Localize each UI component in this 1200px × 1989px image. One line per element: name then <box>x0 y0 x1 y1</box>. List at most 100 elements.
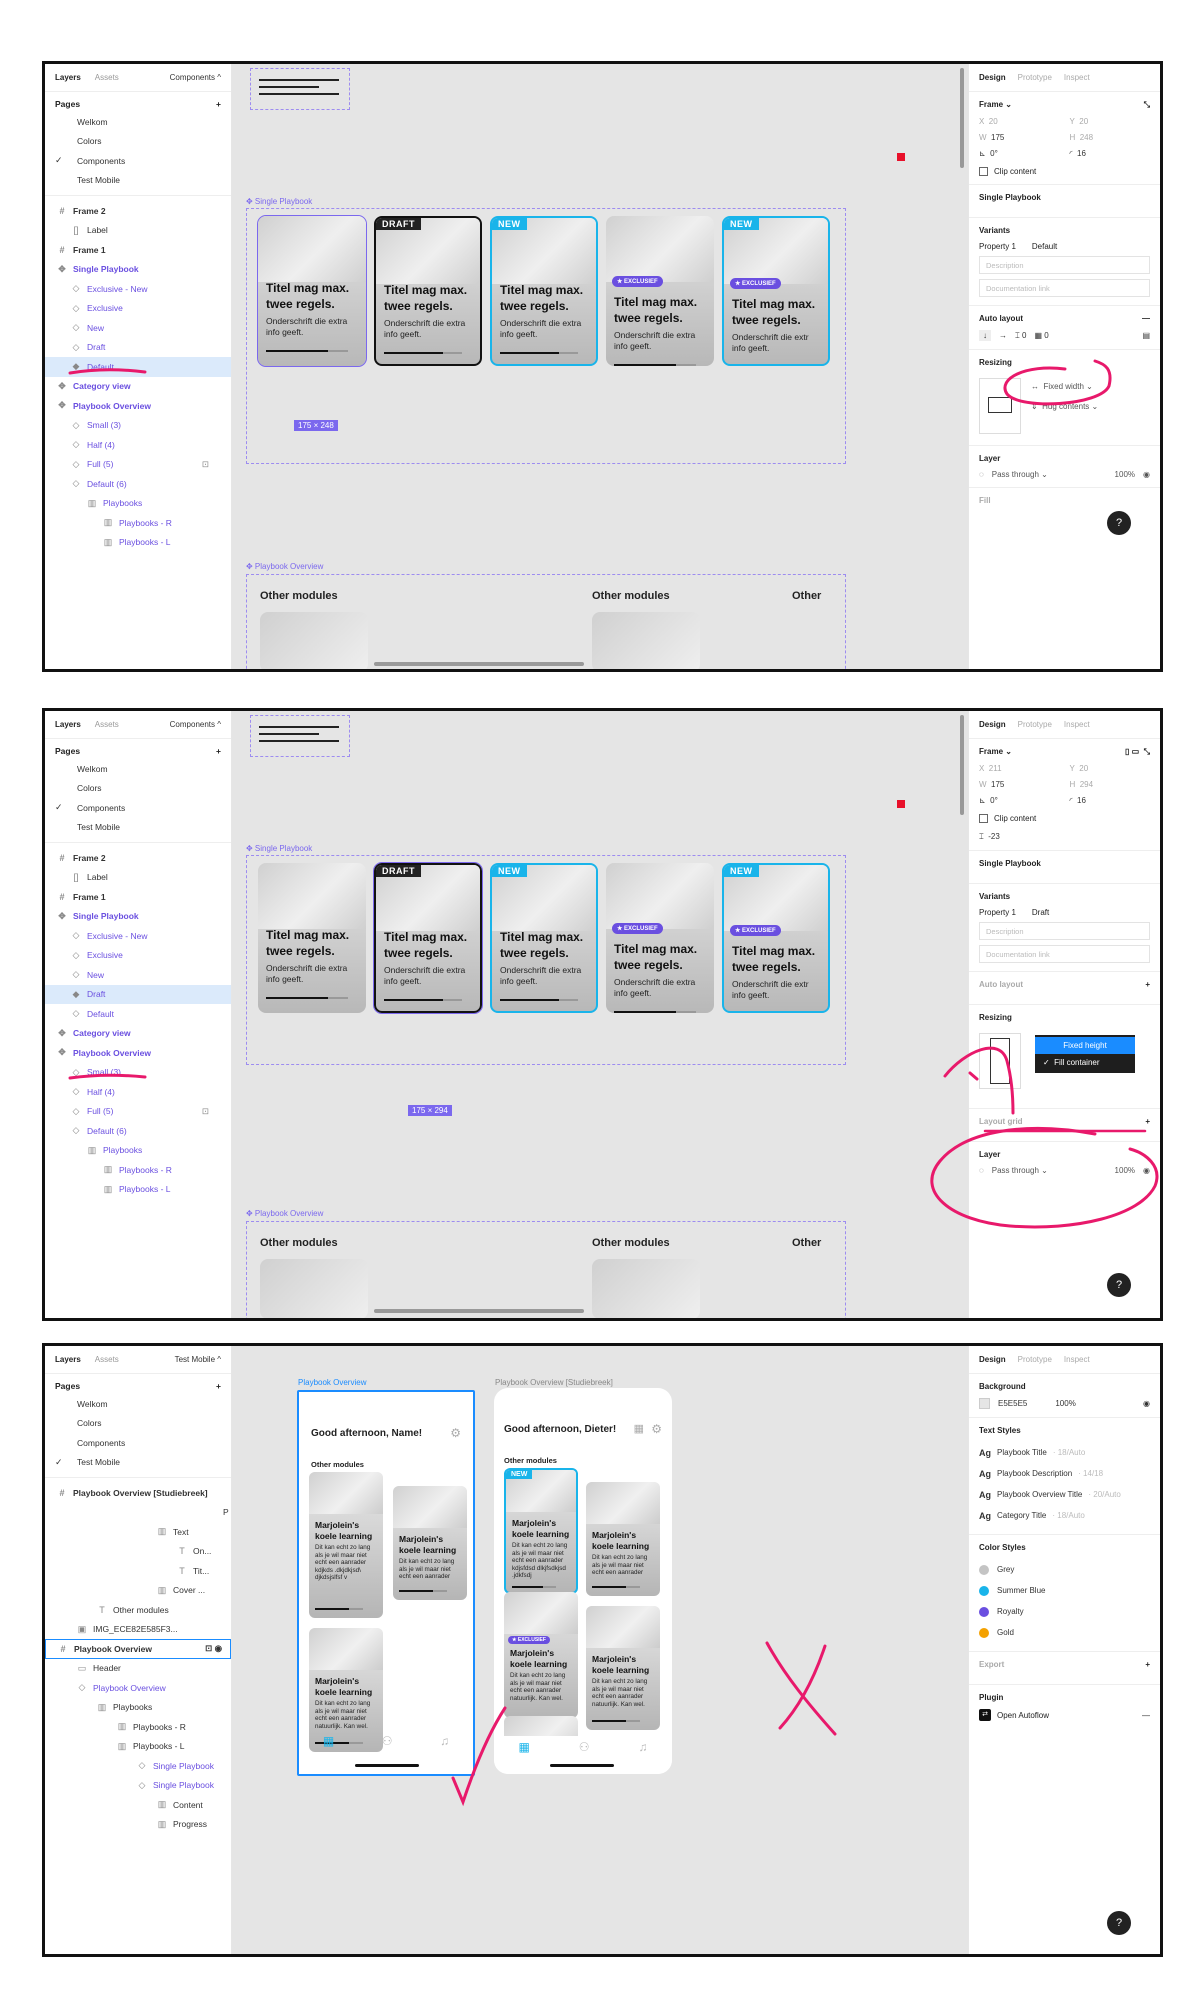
background-hex[interactable]: E5E5E5 <box>998 1399 1027 1408</box>
collapse-icon[interactable]: ⤡ <box>1144 100 1150 110</box>
playbook-card[interactable]: NEW ★ EXCLUSIEF Titel mag max. twee regels… <box>722 216 830 366</box>
layer-item[interactable]: ▥ Progress <box>45 1815 231 1835</box>
frame-label[interactable]: ✥ Single Playbook <box>246 844 312 853</box>
layer-item[interactable]: ✥ Category view <box>45 1024 231 1044</box>
playbook-card[interactable]: Titel mag max. twee regels. Onderschrift … <box>258 863 366 1013</box>
playbook-card[interactable]: ★ EXCLUSIEF Titel mag max. twee regels. On… <box>606 216 714 366</box>
layer-item[interactable]: ◇ New <box>45 318 231 338</box>
layer-item[interactable]: ▥ Cover ... <box>45 1581 231 1601</box>
design-canvas[interactable]: Playbook Overview Playbook Overview [Stu… <box>232 1346 968 1954</box>
plugin-item[interactable]: ⇄ Open Autoflow — <box>979 1709 1150 1721</box>
page-item[interactable]: Test Mobile <box>45 171 231 191</box>
frame-label[interactable]: Playbook Overview [Studiebreek] <box>495 1378 613 1387</box>
page-selector[interactable]: Test Mobile ^ <box>175 1355 221 1364</box>
layer-item[interactable]: ◇ Small (3) <box>45 1063 231 1083</box>
add-page-icon[interactable]: + <box>216 1381 221 1391</box>
bell-icon[interactable]: ♫ <box>638 1740 647 1754</box>
layer-item[interactable]: [] Label <box>45 868 231 888</box>
layer-item[interactable]: ◆ Draft <box>45 984 231 1004</box>
layer-item[interactable]: T On... <box>45 1542 231 1562</box>
page-item-active[interactable]: ✓ Components <box>45 151 231 171</box>
lock-icon[interactable]: ⊡ <box>202 459 209 470</box>
tab-layers[interactable]: Layers <box>55 720 81 729</box>
layer-item[interactable]: # Playbook Overview ⊡ ◉ <box>45 1639 231 1659</box>
help-button[interactable]: ? <box>1107 511 1131 535</box>
blend-mode-dropdown[interactable]: Pass through ⌄ <box>992 470 1048 479</box>
alignment-icon[interactable]: ▤ <box>1142 331 1150 340</box>
layer-item[interactable]: ◇ Exclusive <box>45 946 231 966</box>
page-item[interactable]: Colors <box>45 1414 231 1434</box>
layer-item[interactable]: T Tit... <box>45 1561 231 1581</box>
layer-item[interactable]: ◇ Draft <box>45 338 231 358</box>
frame-label[interactable]: Playbook Overview <box>298 1378 366 1387</box>
layer-item[interactable]: ▥ Playbooks - R <box>45 1160 231 1180</box>
opacity-field[interactable]: 100% <box>1115 1166 1135 1175</box>
add-page-icon[interactable]: + <box>216 99 221 109</box>
color-style-item[interactable]: Grey <box>979 1559 1150 1580</box>
tab-layers[interactable]: Layers <box>55 1355 81 1364</box>
description-input[interactable]: Description <box>979 922 1150 940</box>
user-icon[interactable]: ⚇ <box>382 1734 393 1748</box>
layer-item[interactable]: ◇ Full (5) ⊡ <box>45 1102 231 1122</box>
background-opacity[interactable]: 100% <box>1055 1399 1075 1408</box>
remove-plugin-icon[interactable]: — <box>1142 1711 1150 1720</box>
page-item[interactable]: Welkom <box>45 759 231 779</box>
layer-item[interactable]: ◇ Default (6) <box>45 474 231 494</box>
layer-item[interactable]: ◇ Default (6) <box>45 1121 231 1141</box>
playbook-card[interactable]: Marjolein's koele learning Dit kan echt z… <box>309 1472 383 1618</box>
layer-item[interactable]: ▥ Text <box>45 1522 231 1542</box>
page-item[interactable]: Colors <box>45 132 231 152</box>
text-style-item[interactable]: Ag Playbook Description · 14/18 <box>979 1463 1150 1484</box>
lock-icon[interactable]: ⊡ <box>202 1106 209 1117</box>
property-value[interactable]: Default <box>1032 242 1057 251</box>
layer-item[interactable]: ▥ Playbooks <box>45 1698 231 1718</box>
page-item-active[interactable]: ✓ Components <box>45 798 231 818</box>
layer-item[interactable]: # Frame 2 <box>45 848 231 868</box>
layer-item[interactable]: ◇ Half (4) <box>45 1082 231 1102</box>
page-item[interactable]: Colors <box>45 779 231 799</box>
y-field[interactable]: Y 20 <box>1070 764 1151 773</box>
description-input[interactable]: Description <box>979 256 1150 274</box>
tab-inspect[interactable]: Inspect <box>1064 720 1090 729</box>
tab-design[interactable]: Design <box>979 73 1006 82</box>
tab-prototype[interactable]: Prototype <box>1018 720 1052 729</box>
layer-item[interactable]: # Playbook Overview [Studiebreek] <box>45 1483 231 1503</box>
eye-icon[interactable]: ◉ <box>1143 470 1150 479</box>
layer-item[interactable]: P <box>45 1503 231 1523</box>
layer-item[interactable]: ◇ Half (4) <box>45 435 231 455</box>
layer-item[interactable]: ✥ Category view <box>45 377 231 397</box>
tab-prototype[interactable]: Prototype <box>1018 73 1052 82</box>
playbook-card[interactable]: NEW Titel mag max. twee regels. Onderschri… <box>490 863 598 1013</box>
layer-item[interactable]: ◇ Single Playbook <box>45 1776 231 1796</box>
layer-item[interactable]: ◇ Playbook Overview <box>45 1678 231 1698</box>
playbook-card[interactable]: Marjolein's koele learning Dit kan echt z… <box>586 1606 660 1730</box>
user-icon[interactable]: ⚇ <box>579 1740 590 1754</box>
tab-layers[interactable]: Layers <box>55 73 81 82</box>
grid-icon[interactable]: ▦ <box>518 1740 529 1754</box>
layer-item[interactable]: ✥ Single Playbook <box>45 260 231 280</box>
blend-mode-dropdown[interactable]: Pass through ⌄ <box>992 1166 1048 1175</box>
layer-item[interactable]: ◇ Exclusive - New <box>45 926 231 946</box>
layer-item[interactable]: ▥ Playbooks <box>45 494 231 514</box>
eye-icon[interactable]: ◉ <box>1143 1399 1150 1408</box>
layer-item[interactable]: [] Label <box>45 221 231 241</box>
layer-item[interactable]: ◇ Small (3) <box>45 416 231 436</box>
menu-item-fixed-height[interactable]: Fixed height <box>1035 1037 1135 1054</box>
layer-item[interactable]: ▥ Playbooks - R <box>45 513 231 533</box>
add-auto-layout-icon[interactable]: + <box>1145 980 1150 989</box>
vertical-scrollbar[interactable] <box>960 68 964 168</box>
remove-auto-layout-icon[interactable]: — <box>1142 314 1150 323</box>
spacing-field[interactable]: ⌶ -23 <box>979 832 1150 842</box>
tab-prototype[interactable]: Prototype <box>1018 1355 1052 1364</box>
menu-item-fill-container[interactable]: ✓ Fill container <box>1035 1054 1135 1071</box>
background-swatch[interactable] <box>979 1398 990 1409</box>
layer-item[interactable]: ▥ Playbooks - L <box>45 533 231 553</box>
gear-icon[interactable]: ⚙ <box>651 1422 662 1436</box>
opacity-field[interactable]: 100% <box>1115 470 1135 479</box>
rotation-field[interactable]: ⊾ 0° <box>979 149 1060 158</box>
layer-item[interactable]: ◇ Single Playbook <box>45 1756 231 1776</box>
layer-item[interactable]: ◆ Default <box>45 357 231 377</box>
text-style-item[interactable]: Ag Playbook Overview Title · 20/Auto <box>979 1484 1150 1505</box>
tab-inspect[interactable]: Inspect <box>1064 1355 1090 1364</box>
layer-item[interactable]: ▥ Playbooks <box>45 1141 231 1161</box>
